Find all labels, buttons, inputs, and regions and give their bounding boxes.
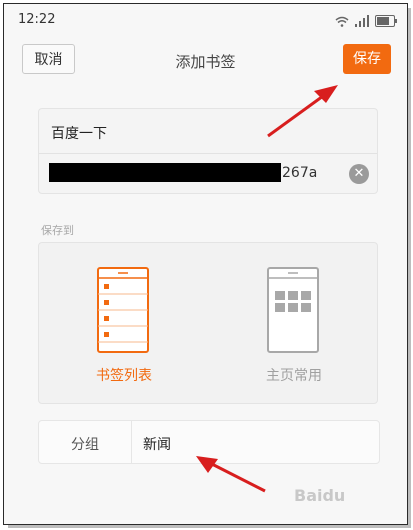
- bookmark-title-field[interactable]: 百度一下: [51, 123, 107, 143]
- option-bookmark-list[interactable]: 书签列表: [39, 243, 209, 403]
- signal-icon: [355, 15, 369, 27]
- bookmark-url-field[interactable]: 267a ✕: [39, 154, 377, 194]
- clear-icon[interactable]: ✕: [349, 164, 369, 184]
- group-label: 分组: [71, 437, 99, 453]
- url-suffix: 267a: [282, 165, 318, 181]
- home-grid-icon: [267, 267, 319, 353]
- save-button[interactable]: 保存: [343, 44, 391, 74]
- wifi-icon: [335, 16, 349, 27]
- option-label: 主页常用: [266, 368, 322, 384]
- redacted-url: [49, 163, 281, 182]
- option-home-frequent[interactable]: 主页常用: [209, 243, 379, 403]
- bookmark-list-icon: [97, 267, 149, 353]
- save-location-panel: 书签列表 主页常用: [38, 242, 378, 404]
- divider: [131, 421, 132, 463]
- bookmark-card: 百度一下 267a ✕: [38, 108, 378, 194]
- save-to-label: 保存到: [41, 224, 74, 237]
- battery-icon: [375, 15, 397, 27]
- option-label: 书签列表: [96, 368, 152, 384]
- status-time: 12:22: [18, 12, 56, 27]
- phone-screen: 12:22 取消 添加书签 保存 百度一下 267a ✕ 保存到 书签列表 主页…: [3, 3, 408, 525]
- status-icons: [335, 13, 397, 27]
- watermark-logo: Baidu: [294, 486, 346, 505]
- group-value: 新闻: [143, 437, 171, 453]
- group-selector[interactable]: 分组 新闻: [38, 420, 380, 464]
- top-bar: 取消 添加书签 保存: [4, 36, 407, 84]
- status-bar: 12:22: [4, 4, 407, 36]
